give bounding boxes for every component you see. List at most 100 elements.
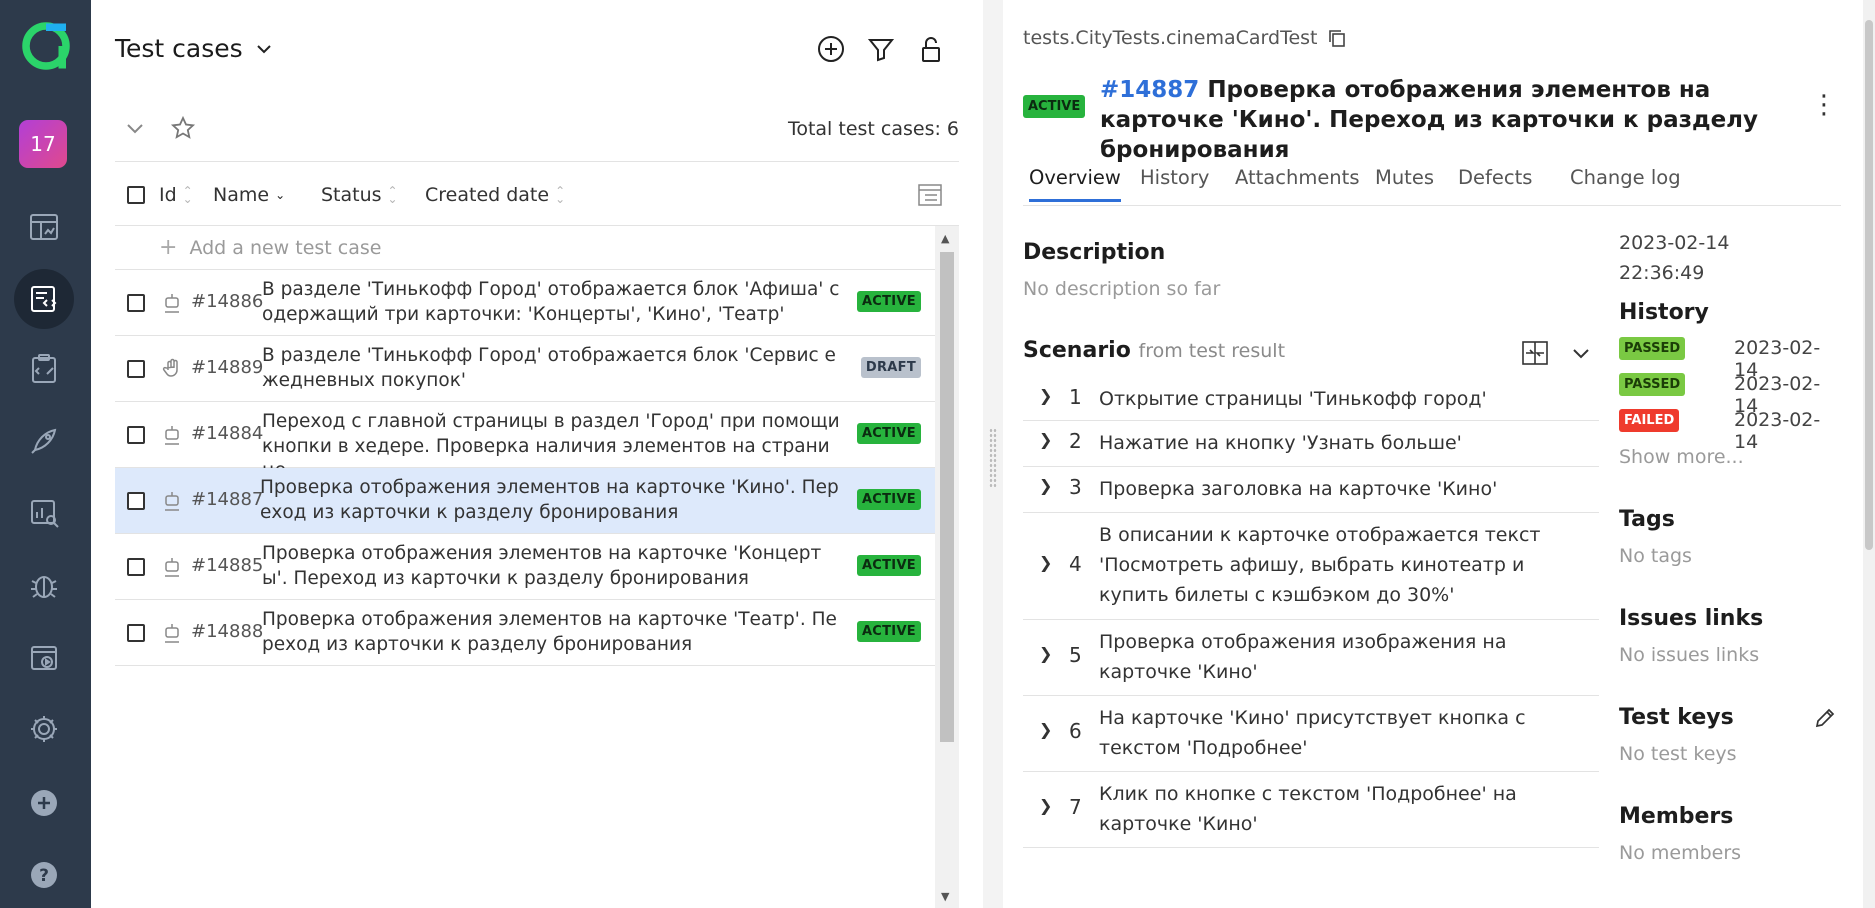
scenario-steps: ❯ 1 Открытие страницы 'Тинькофф город' ❯… [1023, 380, 1599, 848]
page-scroll-thumb[interactable] [1865, 20, 1873, 550]
analytics-icon[interactable] [14, 483, 74, 543]
test-case-title: Проверка отображения элементов на карточ… [1100, 77, 1759, 163]
step-text: На карточке 'Кино' присутствует кнопка с… [1099, 707, 1526, 759]
add-test-case-button[interactable] [813, 31, 849, 67]
created-time: 22:36:49 [1619, 262, 1705, 284]
row-checkbox[interactable] [127, 360, 145, 378]
list-title-dropdown[interactable]: Test cases [115, 34, 275, 63]
compare-icon[interactable] [1520, 338, 1550, 368]
sort-desc-icon: ⌄ [275, 188, 286, 202]
page-scrollbar[interactable] [1863, 0, 1875, 908]
scenario-step[interactable]: ❯ 3 Проверка заголовка на карточке 'Кино… [1023, 467, 1599, 513]
row-checkbox[interactable] [127, 426, 145, 444]
list-scrollbar[interactable]: ▲ ▼ [935, 226, 959, 908]
step-number: 2 [1069, 429, 1082, 453]
pane-splitter[interactable] [983, 0, 1003, 908]
row-checkbox[interactable] [127, 492, 145, 510]
tab-defects[interactable]: Defects [1458, 166, 1532, 199]
unlock-icon [922, 37, 940, 62]
defects-icon[interactable] [14, 555, 74, 615]
chevron-right-icon[interactable]: ❯ [1039, 553, 1052, 572]
dashboard-icon[interactable] [14, 197, 74, 257]
filter-button[interactable] [863, 31, 899, 67]
scroll-thumb[interactable] [940, 252, 954, 742]
scenario-step[interactable]: ❯ 5 Проверка отображения изображения на … [1023, 620, 1599, 696]
row-checkbox[interactable] [127, 624, 145, 642]
row-id: #14888 [191, 621, 264, 642]
table-row[interactable]: #14888 Проверка отображения элементов на… [115, 600, 935, 666]
history-status-badge: FAILED [1619, 409, 1680, 432]
settings-icon[interactable] [14, 699, 74, 759]
scenario-step[interactable]: ❯ 2 Нажатие на кнопку 'Узнать больше' [1023, 421, 1599, 467]
history-item[interactable]: FAILED 2023-02-14 [1619, 409, 1841, 453]
row-id: #14889 [191, 357, 264, 378]
scroll-up-icon[interactable]: ▲ [941, 232, 949, 245]
created-date: 2023-02-14 [1619, 232, 1730, 254]
chevron-right-icon[interactable]: ❯ [1039, 386, 1052, 405]
chevron-right-icon[interactable]: ❯ [1039, 476, 1052, 495]
row-id: #14886 [191, 291, 264, 312]
edit-pencil-icon[interactable] [1813, 706, 1837, 730]
row-name: Проверка отображения элементов на карточ… [262, 543, 822, 589]
tab-attachments[interactable]: Attachments [1235, 166, 1359, 199]
status-badge: ACTIVE [856, 555, 921, 576]
more-options-icon[interactable]: ⋮ [1811, 90, 1837, 120]
table-row[interactable]: #14886 В разделе 'Тинькофф Город' отобра… [115, 270, 935, 336]
row-checkbox[interactable] [127, 558, 145, 576]
add-icon[interactable] [14, 773, 74, 833]
column-id-label: Id [159, 184, 177, 206]
sort-icon: ⌃ ⌄ [182, 184, 193, 206]
columns-settings-button[interactable] [915, 180, 945, 210]
history-item[interactable]: PASSED 2023-02-14 [1619, 373, 1841, 417]
select-all-checkbox[interactable] [127, 186, 145, 204]
column-status-label: Status [321, 184, 382, 206]
jobs-icon[interactable] [14, 627, 74, 687]
copy-icon[interactable] [1326, 27, 1348, 49]
chevron-right-icon[interactable]: ❯ [1039, 430, 1052, 449]
collapse-button[interactable] [119, 112, 151, 144]
automated-icon [165, 624, 179, 643]
chevron-right-icon[interactable]: ❯ [1039, 796, 1052, 815]
step-number: 4 [1069, 552, 1082, 576]
column-created[interactable]: Created date ⌃ ⌄ [425, 184, 565, 206]
step-text: Проверка отображения изображения на карт… [1099, 631, 1507, 683]
scenario-step[interactable]: ❯ 1 Открытие страницы 'Тинькофф город' [1023, 380, 1599, 421]
launches-icon[interactable] [14, 411, 74, 471]
table-row[interactable]: #14885 Проверка отображения элементов на… [115, 534, 935, 600]
scenario-step[interactable]: ❯ 7 Клик по кнопке с текстом 'Подробнее'… [1023, 772, 1599, 848]
row-name: Проверка отображения элементов на карточ… [262, 609, 837, 655]
test-cases-icon[interactable] [14, 269, 74, 329]
step-text: В описании к карточке отображается текст… [1099, 524, 1541, 606]
show-more-link[interactable]: Show more... [1619, 446, 1744, 468]
favorites-button[interactable] [167, 112, 199, 144]
lock-button[interactable] [913, 31, 949, 67]
chevron-right-icon[interactable]: ❯ [1039, 720, 1052, 739]
tab-overview[interactable]: Overview [1029, 166, 1121, 202]
project-badge[interactable]: 17 [19, 120, 67, 168]
step-number: 6 [1069, 719, 1082, 743]
add-test-case-row[interactable]: + Add a new test case [115, 226, 935, 270]
scenario-step[interactable]: ❯ 4 В описании к карточке отображается т… [1023, 513, 1599, 620]
tab-history[interactable]: History [1140, 166, 1209, 199]
row-checkbox[interactable] [127, 294, 145, 312]
chevron-down-icon[interactable] [1570, 342, 1592, 364]
test-plans-icon[interactable] [14, 339, 74, 399]
tab-change-log[interactable]: Change log [1570, 166, 1681, 199]
status-badge: ACTIVE [856, 621, 921, 642]
table-row-selected[interactable]: #14887 Проверка отображения элементов на… [115, 468, 935, 534]
issues-heading: Issues links [1619, 606, 1764, 631]
drag-handle-icon[interactable] [989, 428, 997, 488]
column-name[interactable]: Name ⌄ [213, 184, 285, 206]
tab-mutes[interactable]: Mutes [1375, 166, 1434, 199]
help-icon[interactable]: ? [14, 845, 74, 905]
column-status[interactable]: Status ⌃ ⌄ [321, 184, 398, 206]
table-row[interactable]: #14889 В разделе 'Тинькофф Город' отобра… [115, 336, 935, 402]
column-id[interactable]: Id ⌃ ⌄ [159, 184, 193, 206]
history-item[interactable]: PASSED 2023-02-14 [1619, 337, 1841, 381]
allure-logo-icon[interactable] [16, 16, 76, 76]
table-row[interactable]: #14884 Переход с главной страницы в разд… [115, 402, 935, 481]
scroll-down-icon[interactable]: ▼ [941, 890, 949, 903]
chevron-right-icon[interactable]: ❯ [1039, 644, 1052, 663]
scenario-step[interactable]: ❯ 6 На карточке 'Кино' присутствует кноп… [1023, 696, 1599, 772]
table-settings-icon [918, 184, 942, 206]
